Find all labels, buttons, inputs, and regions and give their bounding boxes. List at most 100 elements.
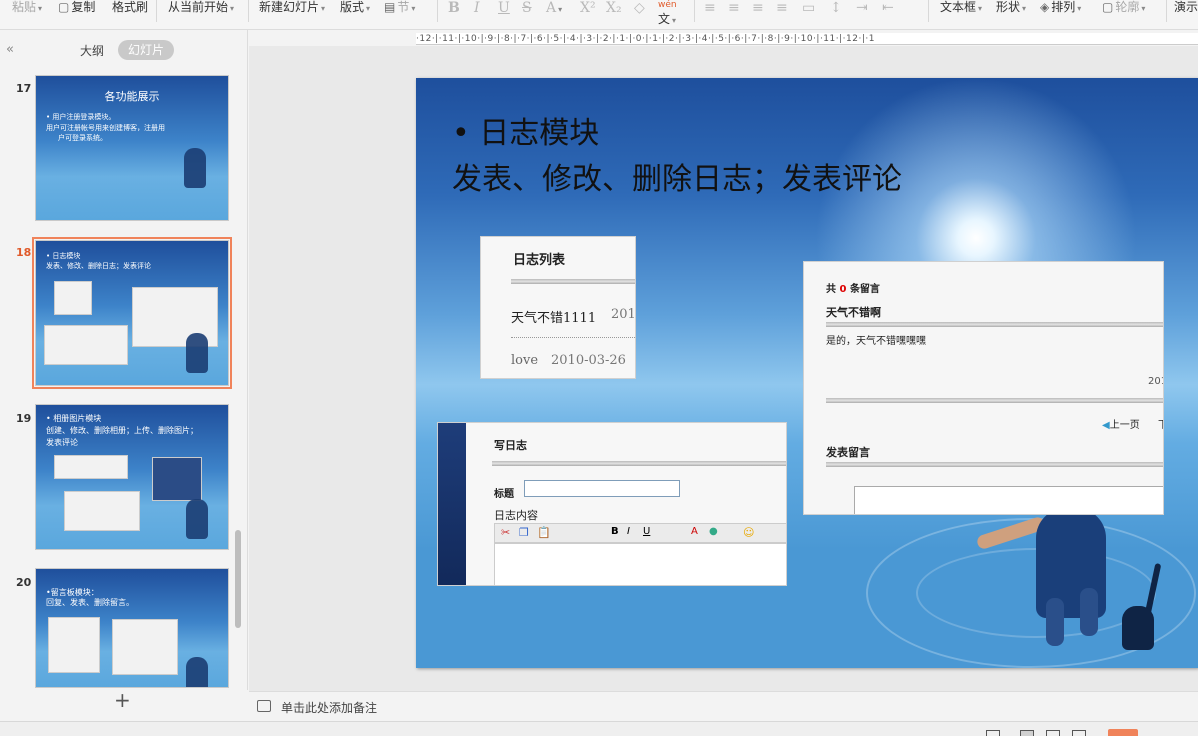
arrange-button[interactable]: ◈ 排列 ▾: [1040, 0, 1081, 16]
comment-date: 201: [1148, 376, 1163, 387]
italic-icon[interactable]: I: [627, 526, 630, 537]
slide-thumbnail-19[interactable]: • 相册图片模块 创建、修改、删除相册；上传、删除图片； 发表评论: [35, 404, 229, 550]
collapse-panel-icon[interactable]: «: [6, 42, 14, 57]
play-slideshow-button[interactable]: [1108, 729, 1138, 736]
font-color-icon[interactable]: A: [691, 526, 698, 537]
content-editor[interactable]: [494, 543, 786, 585]
underline-button[interactable]: U: [498, 0, 510, 16]
cut-icon[interactable]: ✂: [501, 526, 510, 539]
superscript-button[interactable]: X²: [580, 0, 596, 16]
clear-format-icon[interactable]: ◇: [634, 0, 645, 16]
cat-figure: [1122, 606, 1154, 650]
font-color-button[interactable]: A ▾: [546, 0, 562, 16]
thumb-line: • 日志模块: [46, 252, 81, 260]
arrow-left-icon: ◀: [1102, 420, 1110, 431]
align-center-icon[interactable]: ≡: [728, 0, 740, 16]
comment-title: 天气不错啊: [826, 306, 881, 319]
write-log-title: 写日志: [494, 439, 527, 452]
thumbnail-scrollbar[interactable]: [235, 530, 241, 628]
log-row-date: 2010-03-26: [551, 353, 626, 368]
line-spacing-icon[interactable]: ↕: [830, 0, 842, 16]
strikethrough-button[interactable]: S: [522, 0, 532, 16]
log-list-title: 日志列表: [513, 253, 566, 268]
tab-outline[interactable]: 大纲: [80, 42, 104, 59]
prev-page-link[interactable]: ◀上一页: [1102, 416, 1140, 431]
divider: [511, 279, 635, 284]
justify-icon[interactable]: ≡: [776, 0, 788, 16]
content-label: 日志内容: [494, 509, 538, 522]
tab-slides[interactable]: 幻灯片: [118, 40, 174, 60]
section-button[interactable]: ▤ 节 ▾: [384, 0, 415, 16]
paste-button[interactable]: 粘贴 ▾: [12, 0, 42, 16]
slide-thumbnail-20[interactable]: •留言板模块： 回复、发表、删除留言。: [35, 568, 229, 688]
copy-icon: ▢: [58, 0, 70, 14]
thumb-line: 创建、修改、删除相册；上传、删除图片；: [46, 426, 198, 435]
thumb-line: 户可登录系统。: [58, 134, 107, 142]
grid-view-icon[interactable]: [1072, 730, 1086, 736]
emoticon-icon[interactable]: ☺: [743, 526, 754, 539]
boy-figure: [184, 148, 206, 188]
boy-figure: [186, 499, 208, 539]
next-page-link[interactable]: 下: [1158, 416, 1163, 431]
notes-bar[interactable]: 单击此处添加备注: [249, 691, 1198, 721]
mini-card: [64, 491, 140, 531]
underline-icon[interactable]: U: [643, 526, 650, 537]
shape-button[interactable]: 形状 ▾: [996, 0, 1026, 16]
section-icon: ▤: [384, 0, 396, 14]
write-log-screenshot[interactable]: 写日志 标题 日志内容 ✂ ❐ 📋 B I U A ● ☺: [437, 422, 787, 586]
phonetic-guide-button[interactable]: wén 文 ▾: [658, 0, 677, 26]
add-slide-button[interactable]: +: [114, 690, 131, 710]
post-comment-title: 发表留言: [826, 446, 870, 459]
divider: [492, 461, 786, 466]
italic-button[interactable]: I: [474, 0, 480, 16]
comments-screenshot[interactable]: 共 0 条留言 天气不错啊 是的，天气不错嘿嘿嘿 201 ◀上一页 下 发表留言: [803, 261, 1164, 515]
normal-view-icon[interactable]: [986, 730, 1000, 736]
outline-button[interactable]: ▢ 轮廓 ▾: [1102, 0, 1145, 16]
slide-thumbnail-panel: « 大纲 幻灯片 17 各功能展示 • 用户注册登录模块。 用户可注册帐号用来创…: [0, 30, 248, 690]
title-label: 标题: [494, 489, 514, 500]
current-slide[interactable]: • 日志模块 发表、修改、删除日志；发表评论 日志列表 天气不错1111 201…: [416, 78, 1198, 668]
align-right-icon[interactable]: ≡: [752, 0, 764, 16]
slide-thumbnail-17[interactable]: 各功能展示 • 用户注册登录模块。 用户可注册帐号用来创建博客，注册用 户可登录…: [35, 75, 229, 221]
reading-view-icon[interactable]: [1046, 730, 1060, 736]
boy-leg: [1046, 598, 1064, 646]
outdent-icon[interactable]: ⇤: [882, 0, 894, 16]
format-painter-button[interactable]: 格式刷: [112, 0, 148, 16]
bold-icon[interactable]: B: [611, 526, 619, 537]
comment-textarea[interactable]: [854, 486, 1163, 514]
copy-icon[interactable]: ❐: [519, 526, 529, 539]
paste-icon[interactable]: 📋: [537, 526, 551, 539]
mini-card: [44, 325, 128, 365]
log-list-screenshot[interactable]: 日志列表 天气不错1111 2010 love 2010-03-26: [480, 236, 636, 379]
distribute-icon[interactable]: ▭: [802, 0, 815, 16]
play-from-current-button[interactable]: 从当前开始 ▾: [168, 0, 234, 16]
slide-thumbnail-18[interactable]: • 日志模块 发表、修改、删除日志；发表评论: [32, 237, 232, 389]
thumb-line: 发表、修改、删除日志；发表评论: [46, 262, 151, 270]
slide-bullet-title[interactable]: • 日志模块: [452, 108, 599, 152]
thumb-line: 回复、发表、删除留言。: [46, 598, 134, 607]
notebook-spine: [438, 423, 466, 585]
slide-sorter-view-icon[interactable]: [1020, 730, 1034, 736]
mini-card: [54, 281, 92, 315]
link-icon[interactable]: ●: [709, 526, 718, 537]
textbox-button[interactable]: 文本框 ▾: [940, 0, 982, 16]
align-left-icon[interactable]: ≡: [704, 0, 716, 16]
thumb-line: 发表评论: [46, 438, 78, 447]
subscript-button[interactable]: X₂: [606, 0, 622, 16]
copy-button[interactable]: ▢ 复制: [58, 0, 95, 16]
slide-subtitle[interactable]: 发表、修改、删除日志；发表评论: [452, 154, 902, 198]
layout-button[interactable]: 版式 ▾: [340, 0, 370, 16]
bold-button[interactable]: B: [448, 0, 460, 16]
slide-number: 17: [16, 82, 32, 95]
status-bar: [0, 721, 1198, 736]
boy-leg: [1080, 588, 1098, 636]
indent-icon[interactable]: ⇥: [856, 0, 868, 16]
notes-placeholder[interactable]: 单击此处添加备注: [281, 699, 377, 716]
present-button[interactable]: 演示: [1174, 0, 1198, 16]
mini-card: [152, 457, 202, 501]
log-row-title: love: [511, 353, 539, 368]
new-slide-button[interactable]: 新建幻灯片 ▾: [259, 0, 325, 16]
log-row-date: 2010: [611, 307, 636, 322]
title-input[interactable]: [524, 480, 680, 497]
boy-figure: [186, 333, 208, 373]
